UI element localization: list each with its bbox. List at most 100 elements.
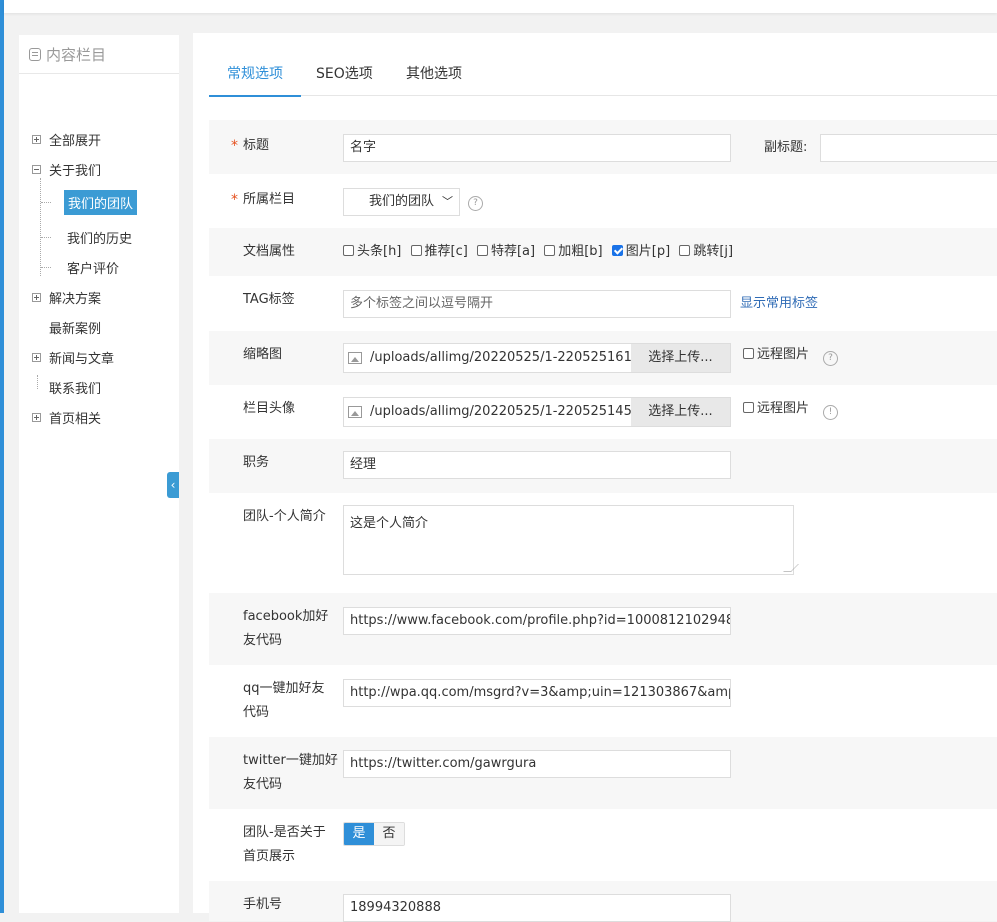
thumbnail-path[interactable]: /uploads/allimg/20220525/1-2205251613 xyxy=(370,344,632,372)
position-label: 职务 xyxy=(243,455,270,470)
sidebar-item-our-history[interactable]: 我们的历史 xyxy=(67,226,132,248)
remote-label: 远程图片 xyxy=(757,401,810,416)
sidebar-item-news[interactable]: 新闻与文章 xyxy=(32,346,114,368)
checkbox[interactable] xyxy=(743,402,754,413)
form-row-intro: 团队-个人简介 这是个人简介 xyxy=(209,493,997,593)
avatar-remote-option[interactable]: 远程图片 xyxy=(743,397,809,421)
checkbox[interactable] xyxy=(343,245,354,256)
attributes-label: 文档属性 xyxy=(243,244,296,259)
form-row-avatar: 栏目头像 /uploads/allimg/20220525/1-22052514… xyxy=(209,385,997,439)
thumbnail-file-field[interactable]: /uploads/allimg/20220525/1-2205251613 选择… xyxy=(343,343,731,373)
form-row-qq: qq一键加好友 代码 http://wpa.qq.com/msgrd?v=3&a… xyxy=(209,665,997,737)
phone-input[interactable]: 18994320888 xyxy=(343,894,731,922)
sidebar-item-label: 全部展开 xyxy=(49,133,102,149)
intro-text: 这是个人简介 xyxy=(350,516,429,531)
twitter-label: twitter一键加好 友代码 xyxy=(243,749,338,797)
plus-icon[interactable] xyxy=(32,352,41,362)
sidebar-item-latest-cases[interactable]: 最新案例 xyxy=(49,316,101,338)
form-row-attributes: 文档属性 头条[h] 推荐[c] 特荐[a] 加粗[b] 图片[p] 跳转[j] xyxy=(209,228,997,276)
sidebar-item-contact[interactable]: 联系我们 xyxy=(49,376,101,398)
avatar-label: 栏目头像 xyxy=(243,401,296,416)
sidebar-item-testimonials[interactable]: 客户评价 xyxy=(67,256,119,278)
sidebar-item-expand-all[interactable]: 全部展开 xyxy=(32,128,101,150)
sidebar-item-home-related[interactable]: 首页相关 xyxy=(32,406,101,428)
tab-general[interactable]: 常规选项 xyxy=(209,61,301,97)
list-icon xyxy=(29,47,41,61)
title-input[interactable]: 名字 xyxy=(343,134,731,162)
info-icon[interactable]: ! xyxy=(823,405,838,420)
form-row-tags: TAG标签 多个标签之间以逗号隔开 显示常用标签 xyxy=(209,276,997,331)
help-icon[interactable]: ? xyxy=(823,351,838,366)
form-row-thumbnail: 缩略图 /uploads/allimg/20220525/1-220525161… xyxy=(209,331,997,385)
plus-icon[interactable] xyxy=(32,412,41,422)
checkbox-checked[interactable] xyxy=(611,245,623,256)
facebook-input[interactable]: https://www.facebook.com/profile.php?id=… xyxy=(343,607,731,635)
thumbnail-label: 缩略图 xyxy=(243,347,283,362)
sidebar-item-label: 我们的团队 xyxy=(64,189,138,215)
sidebar-item-about-us[interactable]: 关于我们 xyxy=(32,158,101,180)
tab-other[interactable]: 其他选项 xyxy=(406,61,462,95)
sidebar-item-solutions[interactable]: 解决方案 xyxy=(32,286,101,308)
sidebar-item-label: 关于我们 xyxy=(49,163,102,179)
attr-jump[interactable]: 跳转[j] xyxy=(679,244,733,259)
sidebar-header: 内容栏目 xyxy=(19,35,179,74)
form-row-twitter: twitter一键加好 友代码 https://twitter.com/gawr… xyxy=(209,737,997,809)
checkbox[interactable] xyxy=(679,245,691,256)
thumbnail-upload-button[interactable]: 选择上传... xyxy=(631,344,730,372)
qq-input[interactable]: http://wpa.qq.com/msgrd?v=3&amp;uin=1213… xyxy=(343,679,731,707)
toggle-yes[interactable]: 是 xyxy=(344,823,374,845)
tree-connector xyxy=(41,267,51,268)
sidebar-item-label: 我们的历史 xyxy=(67,231,133,247)
twitter-input[interactable]: https://twitter.com/gawrgura xyxy=(343,750,731,778)
image-icon xyxy=(348,406,362,418)
sidebar-item-label: 联系我们 xyxy=(49,381,102,397)
home-show-toggle[interactable]: 是 否 xyxy=(343,822,405,846)
category-selected: 我们的团队 xyxy=(369,194,435,209)
sidebar-item-label: 客户评价 xyxy=(67,261,120,277)
show-common-tags-link[interactable]: 显示常用标签 xyxy=(740,290,818,318)
checkbox[interactable] xyxy=(743,348,754,359)
attr-bold[interactable]: 加粗[b] xyxy=(544,244,603,259)
checkbox[interactable] xyxy=(544,245,556,256)
subtitle-input[interactable] xyxy=(820,134,997,162)
resize-handle-icon[interactable] xyxy=(783,564,799,572)
phone-label: 手机号 xyxy=(243,897,283,912)
label-line: qq一键加好友 xyxy=(243,681,325,696)
tab-seo[interactable]: SEO选项 xyxy=(316,61,373,95)
tree-connector xyxy=(37,375,38,389)
facebook-label: facebook加好 友代码 xyxy=(243,605,328,653)
sidebar-item-our-team[interactable]: 我们的团队 xyxy=(64,189,138,215)
checkbox[interactable] xyxy=(410,245,422,256)
subtitle-label: 副标题: xyxy=(764,140,808,155)
attr-recommend[interactable]: 推荐[c] xyxy=(410,244,468,259)
remote-label: 远程图片 xyxy=(757,347,810,362)
avatar-file-field[interactable]: /uploads/allimg/20220525/1-220525145P 选择… xyxy=(343,397,731,427)
label-line: 友代码 xyxy=(243,777,283,792)
avatar-upload-button[interactable]: 选择上传... xyxy=(631,398,730,426)
category-select[interactable]: 我们的团队 ﹀ xyxy=(343,188,460,216)
plus-icon[interactable] xyxy=(32,292,41,302)
intro-textarea[interactable]: 这是个人简介 xyxy=(343,505,799,575)
sidebar-collapse-button[interactable]: ‹ xyxy=(167,472,179,498)
help-icon[interactable]: ? xyxy=(468,196,483,211)
avatar-path[interactable]: /uploads/allimg/20220525/1-220525145P xyxy=(370,398,632,426)
label-line: facebook加好 xyxy=(243,609,329,624)
tags-input[interactable]: 多个标签之间以逗号隔开 xyxy=(343,290,731,318)
checkbox[interactable] xyxy=(476,245,488,256)
toggle-no[interactable]: 否 xyxy=(374,823,404,845)
checkbox-label: 推荐[c] xyxy=(424,244,468,259)
form-row-category: * 所属栏目 我们的团队 ﹀ ? xyxy=(209,174,997,228)
form-row-phone: 手机号 18994320888 xyxy=(209,881,997,922)
thumbnail-remote-option[interactable]: 远程图片 xyxy=(743,343,809,367)
position-input[interactable]: 经理 xyxy=(343,451,731,479)
form-tabs: 常规选项 SEO选项 其他选项 xyxy=(209,61,997,97)
sidebar-item-label: 最新案例 xyxy=(49,321,102,337)
plus-icon[interactable] xyxy=(32,134,41,144)
attr-image[interactable]: 图片[p] xyxy=(611,244,670,259)
attr-special[interactable]: 特荐[a] xyxy=(476,244,535,259)
minus-icon[interactable] xyxy=(32,164,41,174)
attr-headline[interactable]: 头条[h] xyxy=(343,244,401,259)
sidebar-item-label: 首页相关 xyxy=(49,411,102,427)
top-bar xyxy=(4,0,997,13)
sidebar-item-label: 新闻与文章 xyxy=(49,351,115,367)
